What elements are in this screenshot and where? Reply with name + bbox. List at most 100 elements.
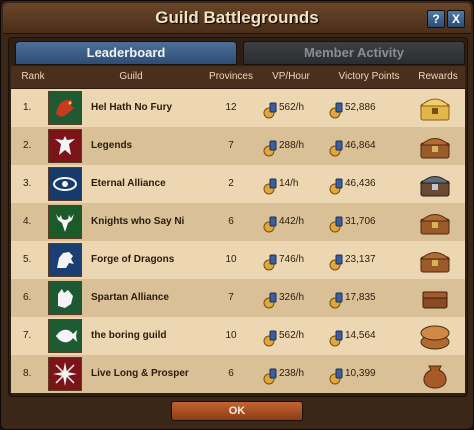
barrel-icon[interactable] (417, 320, 453, 352)
red-dragon-icon (48, 91, 82, 125)
table-row[interactable]: 7. the boring guild 10 562/h 14,564 (11, 317, 465, 355)
victory-points-value: 17,835 (345, 292, 376, 303)
table-header: Rank Guild Provinces VP/Hour Victory Poi… (11, 66, 465, 89)
victory-point-icon (263, 175, 277, 195)
provinces-cell: 10 (225, 254, 237, 265)
rank-cell: 5. (23, 254, 32, 265)
tab-member-activity[interactable]: Member Activity (243, 41, 465, 65)
victory-points-cell: 31,706 (329, 203, 409, 241)
guild-name[interactable]: Hel Hath No Fury (91, 89, 221, 127)
vp-hour-cell: 562/h (263, 317, 331, 355)
provinces-cell: 6 (228, 368, 234, 379)
victory-point-icon (329, 213, 343, 233)
guild-name[interactable]: Legends (91, 127, 221, 165)
victory-points-cell: 17,835 (329, 279, 409, 317)
column-header-rewards: Rewards (418, 71, 458, 82)
vp-hour-value: 326/h (279, 292, 305, 303)
table-row[interactable]: 3. Eternal Alliance 2 14/h 46,436 (11, 165, 465, 203)
provinces-cell: 10 (225, 330, 237, 341)
rank-cell: 2. (23, 140, 32, 151)
cross-icon (48, 357, 82, 391)
rank-cell: 4. (23, 216, 32, 227)
column-header-rank: Rank (21, 71, 45, 82)
victory-points-value: 31,706 (345, 216, 376, 227)
guild-name[interactable]: Knights who Say Ni (91, 203, 221, 241)
leaderboard-panel: Leaderboard Member Activity Rank Guild P… (8, 37, 468, 397)
victory-point-icon (329, 365, 343, 385)
victory-point-icon (329, 137, 343, 157)
table-row[interactable]: 2. Legends 7 288/h 46,864 (11, 127, 465, 165)
table-row[interactable]: 6. Spartan Alliance 7 326/h 17,835 (11, 279, 465, 317)
victory-point-icon (329, 99, 343, 119)
victory-points-cell: 23,137 (329, 241, 409, 279)
sack-icon[interactable] (417, 358, 453, 390)
small-chest-icon[interactable] (417, 282, 453, 314)
vp-hour-cell: 442/h (263, 203, 331, 241)
victory-point-icon (263, 137, 277, 157)
victory-point-icon (263, 289, 277, 309)
victory-points-value: 46,864 (345, 140, 376, 151)
vp-hour-cell: 288/h (263, 127, 331, 165)
provinces-cell: 2 (228, 178, 234, 189)
vp-hour-value: 442/h (279, 216, 305, 227)
provinces-cell: 6 (228, 216, 234, 227)
help-button[interactable]: ? (427, 10, 445, 28)
gold-chest-icon[interactable] (417, 92, 453, 124)
close-button[interactable]: X (447, 10, 465, 28)
vp-hour-cell: 562/h (263, 89, 331, 127)
victory-points-cell: 46,864 (329, 127, 409, 165)
wooden-chest-icon[interactable] (417, 130, 453, 162)
vp-hour-value: 746/h (279, 254, 305, 265)
victory-points-value: 46,436 (345, 178, 376, 189)
eye-icon (48, 167, 82, 201)
column-header-vp-hour: VP/Hour (272, 71, 310, 82)
rank-cell: 7. (23, 330, 32, 341)
vp-hour-cell: 746/h (263, 241, 331, 279)
vp-hour-value: 238/h (279, 368, 305, 379)
stag-icon (48, 205, 82, 239)
guild-name[interactable]: Spartan Alliance (91, 279, 221, 317)
rank-cell: 6. (23, 292, 32, 303)
iron-chest-icon[interactable] (417, 168, 453, 200)
victory-point-icon (263, 213, 277, 233)
table-row[interactable]: 8. Live Long & Prosper 6 238/h 10,399 (11, 355, 465, 393)
title-bar: Guild Battlegrounds ? X (3, 3, 471, 34)
victory-point-icon (329, 327, 343, 347)
vp-hour-value: 14/h (279, 178, 299, 189)
provinces-cell: 12 (225, 102, 237, 113)
victory-point-icon (329, 289, 343, 309)
victory-points-cell: 46,436 (329, 165, 409, 203)
table-row[interactable]: 4. Knights who Say Ni 6 442/h 31,706 (11, 203, 465, 241)
table-row[interactable]: 1. Hel Hath No Fury 12 562/h 52,886 (11, 89, 465, 127)
fish-icon (48, 319, 82, 353)
victory-point-icon (329, 251, 343, 271)
vp-hour-value: 288/h (279, 140, 305, 151)
guild-battlegrounds-window: Guild Battlegrounds ? X Leaderboard Memb… (0, 0, 474, 430)
victory-points-cell: 52,886 (329, 89, 409, 127)
victory-point-icon (329, 175, 343, 195)
guild-name[interactable]: Live Long & Prosper (91, 355, 221, 393)
vp-hour-cell: 326/h (263, 279, 331, 317)
guild-name[interactable]: Eternal Alliance (91, 165, 221, 203)
guild-name[interactable]: Forge of Dragons (91, 241, 221, 279)
victory-point-icon (263, 327, 277, 347)
victory-points-value: 14,564 (345, 330, 376, 341)
table-row[interactable]: 5. Forge of Dragons 10 746/h 23,137 (11, 241, 465, 279)
victory-points-value: 23,137 (345, 254, 376, 265)
wooden-chest-icon[interactable] (417, 244, 453, 276)
rank-cell: 3. (23, 178, 32, 189)
leaderboard-rows: 1. Hel Hath No Fury 12 562/h 52,886 2. Legends… (11, 89, 465, 395)
vp-hour-value: 562/h (279, 102, 305, 113)
rank-cell: 8. (23, 368, 32, 379)
column-header-guild: Guild (119, 71, 143, 82)
guild-name[interactable]: the boring guild (91, 317, 221, 355)
wooden-chest-icon[interactable] (417, 206, 453, 238)
ok-button[interactable]: OK (171, 401, 303, 421)
wolf-icon (48, 281, 82, 315)
tab-leaderboard[interactable]: Leaderboard (15, 41, 237, 65)
victory-point-icon (263, 251, 277, 271)
eagle-icon (48, 129, 82, 163)
vp-hour-cell: 238/h (263, 355, 331, 393)
vp-hour-value: 562/h (279, 330, 305, 341)
vp-hour-cell: 14/h (263, 165, 331, 203)
